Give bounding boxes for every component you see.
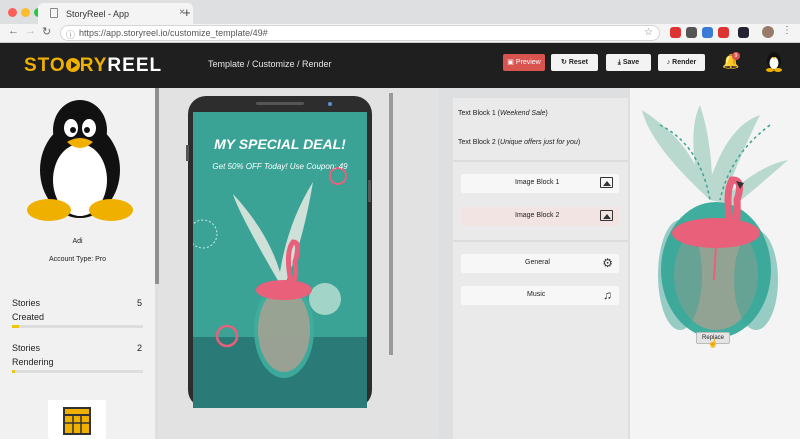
section-divider-1 bbox=[453, 160, 628, 162]
save-button[interactable]: ⤓ Save bbox=[606, 54, 651, 71]
close-window-icon[interactable] bbox=[8, 8, 17, 17]
stories-created-progress bbox=[12, 325, 143, 328]
page-icon bbox=[50, 8, 58, 18]
stories-rendering-progress bbox=[12, 370, 143, 373]
stories-rendering-progress-fill bbox=[12, 370, 15, 373]
text-block-1[interactable]: Text Block 1 (Weekend Sale) bbox=[458, 110, 548, 117]
extension-icon-3[interactable] bbox=[702, 27, 713, 38]
phone-side-button bbox=[368, 180, 371, 202]
stories-created-progress-fill bbox=[12, 325, 19, 328]
user-avatar-icon[interactable] bbox=[765, 50, 783, 72]
music-note-icon: ♫ bbox=[603, 288, 612, 302]
text-block-2[interactable]: Text Block 2 (Unique offers just for you… bbox=[458, 139, 580, 146]
selected-image-preview bbox=[642, 105, 788, 338]
image-icon bbox=[600, 210, 613, 221]
breadcrumb: Template / Customize / Render bbox=[208, 59, 332, 69]
template-headline[interactable]: MY SPECIAL DEAL! bbox=[193, 136, 367, 152]
tux-avatar bbox=[27, 100, 133, 221]
render-button[interactable]: ♪ Render bbox=[658, 54, 705, 71]
username: Adi bbox=[72, 238, 83, 245]
template-preview-screen[interactable]: MY SPECIAL DEAL! Get 50% OFF Today! Use … bbox=[193, 112, 367, 408]
extension-icon-2[interactable] bbox=[686, 27, 697, 38]
tab-title: StoryReel - App bbox=[66, 9, 130, 19]
stories-rendering-label: Stories Rendering bbox=[12, 343, 54, 367]
stories-rendering-count: 2 bbox=[137, 343, 143, 353]
reload-icon[interactable]: ↻ bbox=[42, 25, 51, 38]
phone-camera bbox=[328, 102, 332, 106]
bookmark-star-icon[interactable]: ☆ bbox=[644, 27, 653, 38]
profile-avatar-icon[interactable] bbox=[762, 26, 774, 38]
play-icon bbox=[65, 58, 80, 72]
extension-icon-5[interactable] bbox=[738, 27, 749, 38]
url-text: https://app.storyreel.io/customize_templ… bbox=[79, 28, 268, 38]
forward-icon[interactable]: → bbox=[25, 25, 36, 37]
music-settings-block[interactable]: Music ♫ bbox=[461, 286, 619, 305]
cursor-hand-icon: ☝ bbox=[708, 339, 718, 348]
address-bar[interactable]: ⓘ https://app.storyreel.io/customize_tem… bbox=[60, 25, 660, 41]
stories-created-label: Stories Created bbox=[12, 298, 45, 322]
section-divider-2 bbox=[453, 240, 628, 242]
canvas-scrollbar[interactable] bbox=[389, 93, 393, 355]
general-settings-block[interactable]: General ⚙ bbox=[461, 254, 619, 273]
phone-speaker bbox=[256, 102, 304, 105]
gear-icon: ⚙ bbox=[602, 256, 613, 270]
extension-icon-4[interactable] bbox=[718, 27, 729, 38]
phone-volume-button bbox=[186, 145, 189, 161]
reset-icon: ↻ bbox=[561, 59, 569, 66]
back-icon[interactable]: ← bbox=[8, 25, 19, 37]
new-tab-button[interactable]: + bbox=[183, 5, 191, 20]
browser-menu-icon[interactable]: ⋮ bbox=[782, 25, 792, 36]
reset-button[interactable]: ↻ Reset bbox=[551, 54, 598, 71]
account-type: Account Type: Pro bbox=[48, 256, 107, 263]
preview-icon: ▣ bbox=[507, 59, 516, 66]
browser-tab[interactable]: StoryReel - App × bbox=[38, 3, 193, 24]
stories-created-count: 5 bbox=[137, 298, 143, 308]
template-subline[interactable]: Get 50% OFF Today! Use Coupon: 49 bbox=[193, 162, 367, 171]
extension-icon-1[interactable] bbox=[670, 27, 681, 38]
storyreel-logo[interactable]: STO RYREEL bbox=[24, 55, 162, 77]
layout-grid-icon bbox=[63, 407, 91, 435]
image-icon bbox=[600, 177, 613, 188]
notification-badge: 9 bbox=[732, 52, 740, 60]
info-icon: ⓘ bbox=[66, 30, 76, 40]
image-block-1[interactable]: Image Block 1 bbox=[461, 174, 619, 193]
image-block-2[interactable]: Image Block 2 bbox=[461, 207, 619, 226]
template-grid-button[interactable] bbox=[48, 400, 106, 439]
template-artwork bbox=[193, 112, 367, 408]
minimize-window-icon[interactable] bbox=[21, 8, 30, 17]
preview-button[interactable]: ▣ Preview bbox=[503, 54, 545, 71]
